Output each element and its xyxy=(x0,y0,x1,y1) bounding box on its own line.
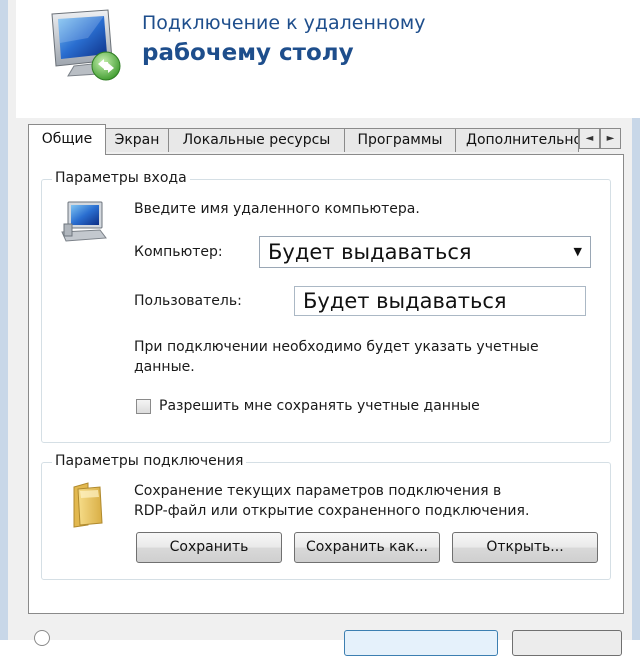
connection-settings-group: Параметры подключения Сохранение текущих… xyxy=(41,453,611,580)
save-credentials-label[interactable]: Разрешить мне сохранять учетные данные xyxy=(159,398,480,414)
chevron-down-icon[interactable]: ▼ xyxy=(574,237,582,267)
window-title-line1: Подключение к удаленному xyxy=(142,12,426,34)
tab-local-resources[interactable]: Локальные ресурсы xyxy=(168,128,345,152)
save-as-button[interactable]: Сохранить как... xyxy=(294,532,440,563)
computer-prompt: Введите имя удаленного компьютера. xyxy=(134,201,420,217)
save-button[interactable]: Сохранить xyxy=(136,532,282,563)
folder-icon xyxy=(73,482,103,528)
tab-general[interactable]: Общие xyxy=(28,124,106,155)
credentials-note-line2: данные. xyxy=(134,359,195,375)
connect-button[interactable] xyxy=(344,630,498,656)
tab-advanced[interactable]: Дополнительно xyxy=(455,128,579,152)
connection-desc-line2: RDP-файл или открытие сохраненного подкл… xyxy=(134,503,530,519)
user-field[interactable]: Будет выдаваться xyxy=(294,286,586,316)
window-header: Подключение к удаленному рабочему столу xyxy=(16,0,640,118)
cancel-button[interactable] xyxy=(512,630,622,656)
tab-programs[interactable]: Программы xyxy=(344,128,456,152)
connection-group-title: Параметры подключения xyxy=(52,453,247,469)
options-toggle-icon[interactable] xyxy=(34,630,50,646)
login-settings-group: Параметры входа Введите имя удаленного к… xyxy=(41,170,611,443)
connection-desc-line1: Сохранение текущих параметров подключени… xyxy=(134,483,502,499)
rdp-window: Подключение к удаленному рабочему столу … xyxy=(0,0,640,656)
remote-desktop-icon xyxy=(51,9,121,81)
tab-scroll-left-icon[interactable]: ◄ xyxy=(579,128,600,149)
computer-icon xyxy=(61,201,107,242)
computer-label: Компьютер: xyxy=(134,244,223,260)
open-button[interactable]: Открыть... xyxy=(452,532,598,563)
login-group-title: Параметры входа xyxy=(52,170,190,186)
user-label: Пользователь: xyxy=(134,293,242,309)
computer-value: Будет выдаваться xyxy=(268,240,472,264)
tab-panel-general: Параметры входа Введите имя удаленного к… xyxy=(28,154,624,614)
tab-strip: Общие Экран Локальные ресурсы Программы … xyxy=(28,124,624,155)
computer-combobox[interactable]: Будет выдаваться ▼ xyxy=(259,236,591,268)
tab-scroll-right-icon[interactable]: ► xyxy=(600,128,621,149)
tab-display[interactable]: Экран xyxy=(105,128,169,152)
window-title-line2: рабочему столу xyxy=(142,40,354,66)
save-credentials-checkbox[interactable] xyxy=(136,399,151,414)
credentials-note-line1: При подключении необходимо будет указать… xyxy=(134,339,539,355)
